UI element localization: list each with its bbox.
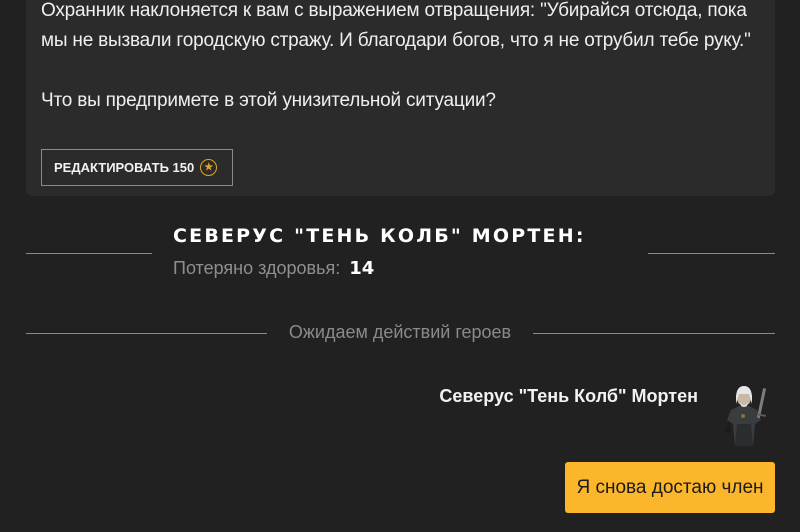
divider bbox=[648, 253, 775, 254]
health-value: 14 bbox=[349, 258, 375, 279]
health-row: Потеряно здоровья: 14 bbox=[173, 258, 374, 279]
story-question: Что вы предпримете в этой унизительной с… bbox=[41, 90, 496, 111]
action-button[interactable]: Я снова достаю член bbox=[565, 462, 775, 513]
coin-star-icon: ★ bbox=[200, 159, 218, 176]
player-name: Северус "Тень Колб" Мортен bbox=[439, 386, 698, 406]
hero-name-heading: Северус "Тень Колб" Мортен: bbox=[173, 225, 586, 247]
divider bbox=[26, 253, 152, 254]
edit-button-label: РЕДАКТИРОВАТЬ 150 bbox=[54, 160, 195, 175]
divider bbox=[26, 333, 267, 334]
health-label: Потеряно здоровья: bbox=[173, 258, 341, 278]
divider bbox=[533, 333, 775, 334]
edit-button[interactable]: РЕДАКТИРОВАТЬ 150 ★ bbox=[41, 149, 233, 186]
waiting-status: Ожидаем действий героев bbox=[288, 322, 512, 342]
story-paragraph: Охранник наклоняется к вам с выражением … bbox=[41, 0, 751, 51]
story-text: Охранник наклоняется к вам с выражением … bbox=[41, 0, 761, 116]
hero-avatar bbox=[713, 380, 775, 446]
